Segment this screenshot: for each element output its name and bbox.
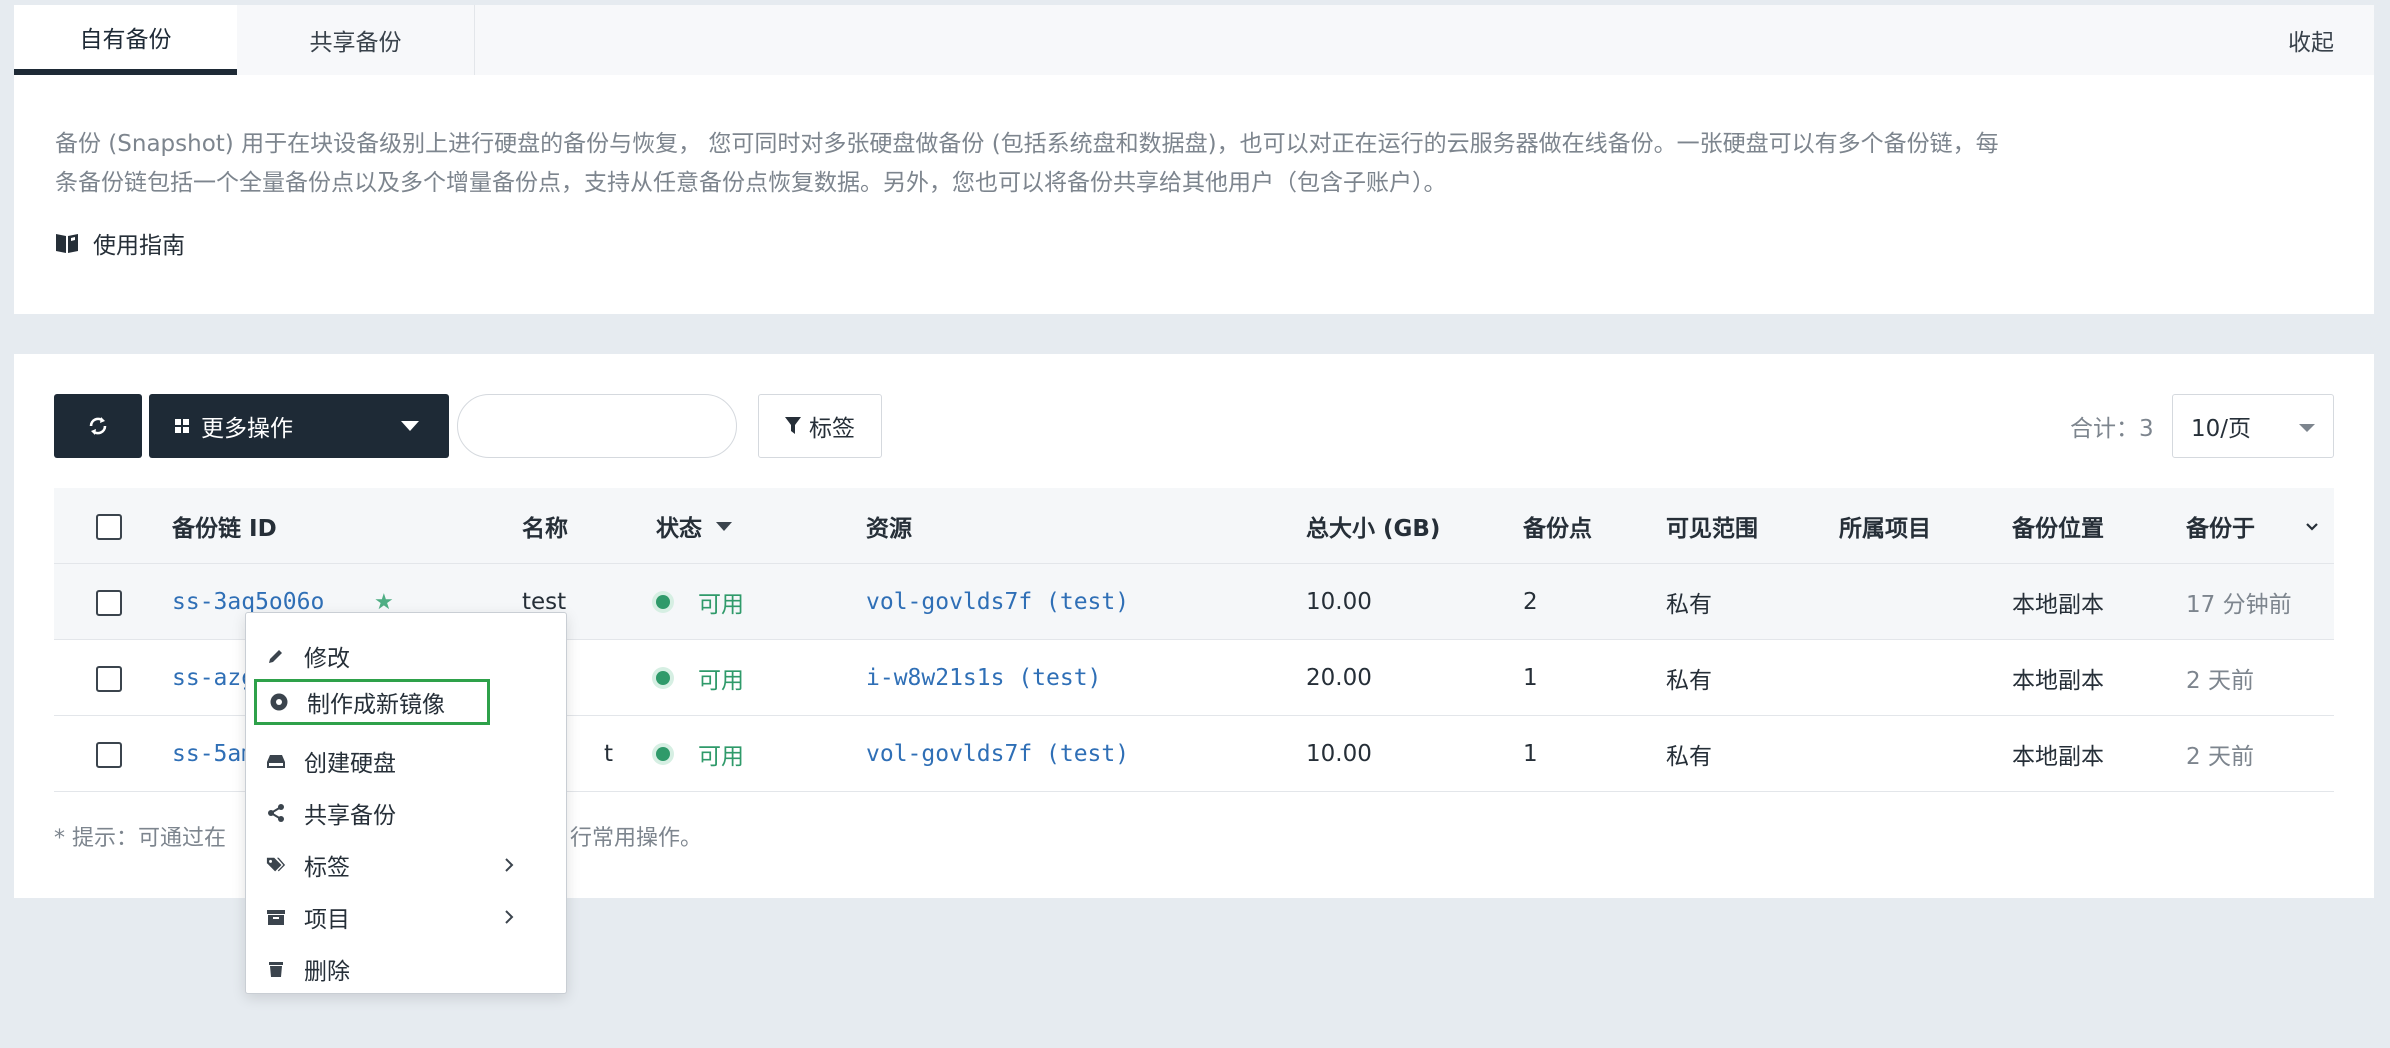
- refresh-icon: [89, 417, 107, 435]
- status-label: 可用: [698, 668, 744, 694]
- points-value: 2: [1523, 589, 1538, 615]
- tab-bar: 自有备份 共享备份 收起: [14, 5, 2374, 75]
- pencil-icon: [269, 650, 282, 663]
- guide-link[interactable]: 使用指南: [55, 226, 185, 260]
- column-header-status[interactable]: 状态: [656, 488, 732, 564]
- status-badge: 可用: [656, 640, 744, 716]
- page-size-value: 10/页: [2191, 416, 2252, 442]
- chevron-right-icon: [505, 910, 514, 924]
- scope-value: 私有: [1666, 592, 1712, 618]
- status-badge: 可用: [656, 716, 744, 792]
- status-badge: 可用: [656, 564, 744, 640]
- hint-text-tail: 行常用操作。: [570, 826, 703, 851]
- status-dot-icon: [656, 671, 670, 685]
- status-label: 可用: [698, 592, 744, 618]
- share-icon: [268, 804, 284, 822]
- column-header-resource: 资源: [866, 516, 912, 542]
- filter-icon: [785, 417, 801, 434]
- tab-own-backups[interactable]: 自有备份: [14, 5, 237, 75]
- chevron-down-icon[interactable]: [2304, 518, 2320, 534]
- tag-filter-button[interactable]: 标签: [758, 394, 882, 458]
- column-header-status-label: 状态: [656, 516, 702, 542]
- tab-shared-backups[interactable]: 共享备份: [237, 5, 475, 75]
- row-checkbox[interactable]: [96, 666, 122, 692]
- menu-item-label: 共享备份: [304, 803, 396, 829]
- book-icon: [56, 234, 78, 253]
- grid-icon: [175, 419, 189, 433]
- tag-filter-label: 标签: [809, 416, 855, 442]
- menu-item-label: 修改: [304, 646, 350, 672]
- points-value: 1: [1523, 665, 1538, 691]
- row-checkbox[interactable]: [96, 742, 122, 768]
- description-text: 备份 (Snapshot) 用于在块设备级别上进行硬盘的备份与恢复， 您可同时对…: [55, 131, 1999, 196]
- menu-item-tags[interactable]: 标签: [266, 842, 552, 888]
- refresh-button[interactable]: [54, 394, 142, 458]
- status-label: 可用: [698, 744, 744, 770]
- status-dot-icon: [656, 595, 670, 609]
- backup-name: t: [604, 741, 614, 767]
- more-actions-button[interactable]: 更多操作: [149, 394, 449, 458]
- backup-id-link[interactable]: ss-5am: [172, 716, 255, 792]
- menu-item-create-image[interactable]: 制作成新镜像: [254, 679, 490, 725]
- disc-icon: [270, 693, 288, 711]
- caret-down-icon: [401, 421, 419, 431]
- column-header-name: 名称: [522, 516, 568, 542]
- select-all-checkbox[interactable]: [96, 514, 122, 540]
- context-menu: 修改 制作成新镜像 创建硬盘 共享备份 标签 项目 删除: [245, 612, 567, 994]
- menu-item-label: 标签: [304, 855, 350, 881]
- row-checkbox[interactable]: [96, 590, 122, 616]
- resource-link[interactable]: vol-govlds7f (test): [866, 716, 1129, 792]
- chevron-right-icon: [505, 858, 514, 872]
- menu-item-label: 创建硬盘: [304, 751, 396, 777]
- backup-id-link[interactable]: ss-azg: [172, 640, 255, 716]
- resource-link[interactable]: i-w8w21s1s (test): [866, 640, 1101, 716]
- menu-item-label: 项目: [304, 907, 350, 933]
- size-value: 10.00: [1306, 589, 1372, 615]
- location-value: 本地副本: [2012, 592, 2104, 618]
- size-value: 10.00: [1306, 741, 1372, 767]
- caret-down-icon[interactable]: [716, 521, 732, 531]
- disk-icon: [267, 755, 285, 768]
- menu-item-project[interactable]: 项目: [266, 894, 552, 940]
- menu-item-label: 删除: [304, 959, 350, 985]
- menu-item-edit[interactable]: 修改: [266, 633, 552, 679]
- scope-value: 私有: [1666, 668, 1712, 694]
- time-value: 2 天前: [2186, 668, 2254, 694]
- caret-down-icon: [2299, 424, 2315, 432]
- points-value: 1: [1523, 741, 1538, 767]
- total-count: 合计：3: [2070, 416, 2154, 442]
- collapse-button[interactable]: 收起: [2288, 5, 2334, 75]
- time-value: 2 天前: [2186, 744, 2254, 770]
- menu-item-share-backup[interactable]: 共享备份: [266, 790, 552, 836]
- intro-card: 自有备份 共享备份 收起 备份 (Snapshot) 用于在块设备级别上进行硬盘…: [14, 5, 2374, 314]
- guide-label: 使用指南: [93, 233, 185, 259]
- resource-link[interactable]: vol-govlds7f (test): [866, 564, 1129, 640]
- location-value: 本地副本: [2012, 668, 2104, 694]
- more-actions-label: 更多操作: [201, 416, 293, 442]
- size-value: 20.00: [1306, 665, 1372, 691]
- column-header-points: 备份点: [1523, 516, 1592, 542]
- column-header-time: 备份于: [2186, 516, 2255, 542]
- status-dot-icon: [656, 747, 670, 761]
- table-header: 备份链 ID 名称 状态 资源 总大小 (GB) 备份点 可见范围 所属项目 备…: [54, 488, 2334, 564]
- column-header-scope: 可见范围: [1666, 516, 1758, 542]
- page-size-select[interactable]: 10/页: [2172, 394, 2334, 458]
- menu-item-label: 制作成新镜像: [307, 692, 445, 718]
- menu-item-create-disk[interactable]: 创建硬盘: [266, 738, 552, 784]
- time-value: 17 分钟前: [2186, 592, 2292, 618]
- menu-item-delete[interactable]: 删除: [266, 946, 552, 992]
- location-value: 本地副本: [2012, 744, 2104, 770]
- trash-icon: [269, 962, 283, 977]
- search-input[interactable]: [457, 394, 737, 458]
- column-header-location: 备份位置: [2012, 516, 2104, 542]
- tags-icon: [266, 857, 286, 872]
- column-header-project: 所属项目: [1839, 516, 1931, 542]
- column-header-size: 总大小 (GB): [1306, 516, 1441, 542]
- column-header-id[interactable]: 备份链 ID: [172, 488, 277, 564]
- hint-text: * 提示：可通过在: [54, 826, 226, 851]
- scope-value: 私有: [1666, 744, 1712, 770]
- archive-icon: [267, 910, 285, 925]
